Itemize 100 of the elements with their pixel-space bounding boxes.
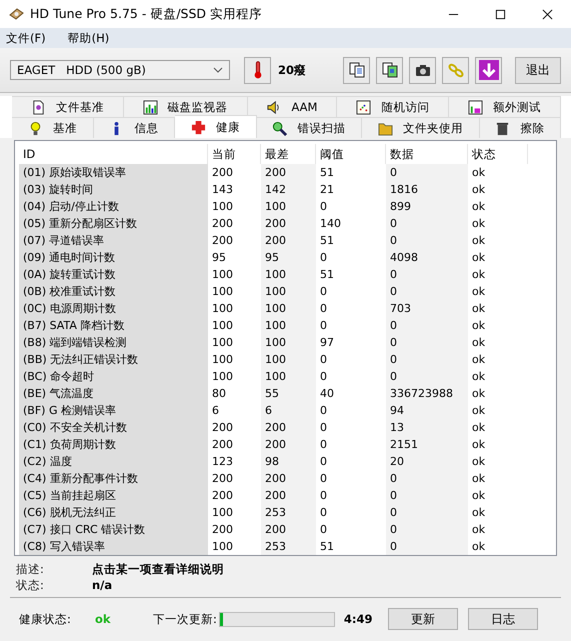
camera-button[interactable] (409, 56, 436, 84)
table-cell-text: ok (471, 199, 486, 215)
table-cell-text: 100 (211, 199, 234, 215)
tab[interactable]: 信息 (94, 117, 175, 138)
table-cell: 100 (261, 266, 316, 283)
table-cell-text: 0 (319, 318, 328, 334)
table-cell-text: ok (471, 165, 486, 181)
table-cell-text: 0 (319, 471, 328, 487)
table-cell: (03) 旋转时间 (19, 181, 208, 198)
table-cell: 100 (261, 283, 316, 300)
table-cell: 100 (261, 198, 316, 215)
table-cell: 100 (261, 334, 316, 351)
table-cell-text: ok (471, 216, 486, 232)
table-cell-text: 100 (211, 539, 234, 555)
table-cell: 336723988 (386, 385, 468, 402)
tab[interactable]: 文件夹使用 (362, 117, 480, 138)
table-cell-text: 140 (319, 216, 342, 232)
table-cell-text: 95 (211, 250, 227, 266)
table-cell: 0 (386, 317, 468, 334)
table-cell: (C7) 接口 CRC 错误计数 (19, 521, 208, 538)
table-cell-text: 6 (211, 403, 220, 419)
table-cell: 899 (386, 198, 468, 215)
table-cell: (C4) 重新分配事件计数 (19, 470, 208, 487)
table-cell: 1816 (386, 181, 468, 198)
table-cell: (B7) SATA 降档计数 (19, 317, 208, 334)
footer-button[interactable]: 日志 (468, 608, 538, 630)
table-cell-text: 0 (319, 522, 328, 538)
table-cell: 200 (261, 419, 316, 436)
table-cell-text: 40 (319, 386, 335, 402)
tab[interactable]: 基准 (12, 117, 94, 138)
copy-button[interactable] (343, 56, 370, 84)
menu-item[interactable]: 文件(F) (6, 30, 46, 46)
table-cell-text: 51 (319, 233, 335, 249)
thermometer-button[interactable] (244, 56, 271, 84)
download-button[interactable] (475, 56, 502, 84)
copy-icon (382, 62, 398, 78)
caret-icon (213, 67, 223, 73)
footer-button[interactable]: 更新 (388, 608, 458, 630)
table-cell-text: 21 (319, 182, 335, 198)
table-cell-text: 100 (211, 318, 234, 334)
scatter-icon (356, 100, 372, 114)
table-cell-text: 100 (211, 301, 234, 317)
tab[interactable]: 额外测试 (449, 96, 561, 117)
table-cell-text: ok (471, 301, 486, 317)
next-update-label: 下一次更新: (153, 612, 217, 626)
table-cell-text: ok (471, 369, 486, 385)
table-cell-text: 97 (319, 335, 335, 351)
tab[interactable]: 错误扫描 (256, 117, 362, 138)
table-cell: 100 (261, 368, 316, 385)
table-cell: (04) 启动/停止计数 (19, 198, 208, 215)
table-cell: 200 (261, 487, 316, 504)
detail-value: 点击某一项查看详细说明 (92, 562, 224, 576)
table-cell-text: ok (471, 471, 486, 487)
table-cell: 142 (261, 181, 316, 198)
table-cell: (C2) 温度 (19, 453, 208, 470)
table-cell-text: 0 (319, 437, 328, 453)
table-cell-text: ok (471, 352, 486, 368)
table-cell: 0 (386, 334, 468, 351)
table-cell: 253 (261, 504, 316, 521)
table-cell: 98 (261, 453, 316, 470)
table-cell: 0 (386, 368, 468, 385)
table-cell-text: 200 (211, 488, 234, 504)
detail-label: 描述: (16, 562, 45, 576)
bar-chart-icon (142, 100, 158, 114)
tab[interactable]: 擦除 (480, 117, 561, 138)
copy-icon (348, 62, 364, 78)
exit-button[interactable]: 退出 (515, 56, 561, 84)
table-cell: 2151 (386, 436, 468, 453)
detail-value: n/a (92, 578, 112, 592)
table-cell: 55 (261, 385, 316, 402)
tab[interactable]: 文件基准 (12, 96, 124, 117)
tab[interactable]: 随机访问 (337, 96, 450, 117)
table-cell-text: 0 (319, 403, 328, 419)
table-cell: (05) 重新分配扇区计数 (19, 215, 208, 232)
table-cell-text: ok (471, 403, 486, 419)
trash-icon (495, 120, 510, 136)
table-cell-text: 0 (319, 284, 328, 300)
table-cell-text: 100 (211, 335, 234, 351)
table-cell-text: ok (471, 505, 486, 521)
tab[interactable]: 健康 (175, 115, 256, 138)
table-cell: 0 (386, 351, 468, 368)
window-title: HD Tune Pro 5.75 - 硬盘/SSD 实用程序 (30, 6, 262, 22)
table-cell: (0A) 旋转重试计数 (19, 266, 208, 283)
table-cell-text: 200 (211, 165, 234, 181)
table-cell-text: 200 (211, 522, 234, 538)
table-cell: (01) 原始读取错误率 (19, 164, 208, 181)
search-icon (272, 120, 288, 136)
table-cell-text: 0 (319, 420, 328, 436)
table-cell-text: 100 (211, 267, 234, 283)
table-cell-text: ok (471, 250, 486, 266)
speaker-icon (266, 100, 282, 114)
copy-button[interactable] (376, 56, 403, 84)
table-cell: 200 (261, 215, 316, 232)
menu-item[interactable]: 帮助(H) (68, 30, 110, 46)
tab[interactable]: AAM (248, 96, 338, 117)
table-cell: 253 (261, 538, 316, 555)
table-cell-text: 200 (211, 216, 234, 232)
tab[interactable]: 磁盘监视器 (124, 96, 248, 117)
table-cell: (BF) G 检测错误率 (19, 402, 208, 419)
drive-dropdown[interactable]: EAGET HDD (500 gB) (10, 60, 230, 80)
